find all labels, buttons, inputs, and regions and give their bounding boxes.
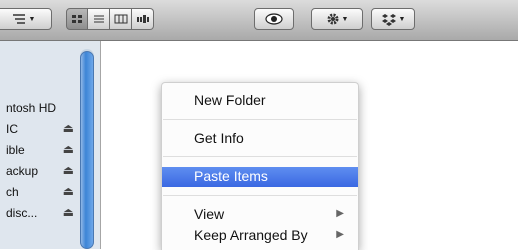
menu-item-label: Get Info (194, 130, 244, 146)
icon-view-button[interactable] (66, 8, 88, 30)
chevron-down-icon: ▼ (341, 15, 349, 23)
list-view-icon (93, 15, 104, 23)
sidebar-item-volume-ible[interactable]: ible ⏏ (0, 141, 78, 161)
coverflow-view-button[interactable] (132, 8, 154, 30)
submenu-arrow-icon: ▶ (336, 208, 344, 219)
sidebar-item-label: ntosh HD (6, 101, 57, 115)
eject-icon[interactable]: ⏏ (63, 184, 74, 198)
menu-item-get-info[interactable]: Get Info (162, 129, 358, 149)
submenu-arrow-icon: ▶ (336, 229, 344, 240)
eject-icon[interactable]: ⏏ (63, 205, 74, 219)
dropbox-menu-button[interactable]: ▼ (371, 8, 415, 30)
sidebar-item-macintosh-hd[interactable]: ntosh HD (0, 99, 78, 119)
sidebar-item-volume-ic[interactable]: IC ⏏ (0, 120, 78, 140)
coverflow-view-icon (136, 15, 149, 23)
eject-icon[interactable]: ⏏ (63, 142, 74, 156)
sidebar-item-label: ible (6, 143, 25, 157)
list-view-button[interactable] (88, 8, 110, 30)
menu-separator (163, 156, 357, 157)
menu-item-paste-items[interactable]: Paste Items (162, 167, 358, 187)
dropbox-icon (381, 13, 396, 26)
sidebar-item-volume-backup[interactable]: ackup ⏏ (0, 162, 78, 182)
arrange-icon (12, 14, 25, 24)
eye-icon (265, 13, 283, 25)
sidebar-item-label: ackup (6, 164, 39, 178)
sidebar-item-volume-ch[interactable]: ch ⏏ (0, 183, 78, 203)
sidebar-item-label: ch (6, 185, 19, 199)
sidebar-scrollbar-thumb[interactable] (80, 51, 94, 249)
eject-icon[interactable]: ⏏ (63, 163, 74, 177)
menu-item-view[interactable]: View ▶ (162, 205, 358, 225)
chevron-down-icon: ▼ (28, 15, 36, 23)
chevron-down-icon: ▼ (398, 15, 406, 23)
column-view-icon (114, 14, 127, 24)
menu-item-label: View (194, 206, 225, 222)
sidebar-item-label: IC (6, 122, 18, 136)
menu-item-label: Keep Arranged By (194, 227, 308, 243)
finder-toolbar: ▼ ▼ ▼ (0, 0, 518, 41)
column-view-button[interactable] (110, 8, 132, 30)
menu-item-keep-arranged-by[interactable]: Keep Arranged By ▶ (162, 226, 358, 246)
quick-look-button[interactable] (254, 8, 294, 30)
menu-separator (163, 195, 357, 196)
arrange-menu-button[interactable]: ▼ (0, 8, 52, 30)
eject-icon[interactable]: ⏏ (63, 121, 74, 135)
menu-item-label: New Folder (194, 92, 266, 108)
sidebar-item-volume-disc[interactable]: disc... ⏏ (0, 204, 78, 224)
menu-item-new-folder[interactable]: New Folder (162, 91, 358, 111)
context-menu: New Folder Get Info Paste Items View ▶ K… (161, 82, 359, 250)
gear-icon (327, 13, 339, 25)
icon-view-icon (72, 15, 82, 23)
action-menu-button[interactable]: ▼ (311, 8, 363, 30)
menu-separator (163, 119, 357, 120)
view-mode-segmented-control (66, 8, 154, 30)
sidebar-item-label: disc... (6, 206, 38, 220)
menu-item-label: Paste Items (194, 168, 268, 184)
